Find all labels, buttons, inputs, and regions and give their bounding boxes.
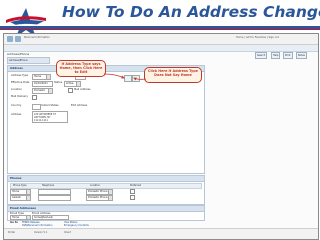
preferred-checkbox-2[interactable] (130, 195, 135, 200)
edit-address-button[interactable] (124, 75, 132, 82)
col-phone-type: Phone Type (13, 184, 27, 187)
app-screenshot: Personal Information Home | Add to Favor… (3, 33, 319, 240)
country-code-field[interactable] (32, 104, 41, 110)
header-links[interactable]: Home | Add to Favorites | Sign out (236, 36, 279, 39)
footer-right: Client (64, 231, 71, 234)
phones-section-bar: Phones (8, 176, 204, 182)
mail-address-checkbox[interactable] (68, 88, 73, 93)
preferred-checkbox-1[interactable] (130, 189, 135, 194)
link-ssn-info[interactable]: SSN/Personal Information (22, 224, 52, 227)
breadcrumb[interactable]: Address/Phone (7, 52, 29, 56)
new-address-button[interactable] (132, 75, 140, 82)
col-telephone: Telephone (42, 184, 55, 187)
tab-address-phone[interactable]: Address/Phone (7, 57, 50, 64)
phone-location-select-2[interactable]: Domestic Phone (86, 195, 113, 201)
notes-button[interactable]: Notes (296, 52, 307, 59)
col-location: Location (90, 184, 101, 187)
status-select[interactable]: Active (64, 81, 81, 87)
go-to-label: Go to (10, 221, 18, 224)
app-header: Personal Information Home | Add to Favor… (4, 34, 318, 45)
status-label: Status (54, 81, 63, 84)
search-button[interactable]: Search (255, 52, 268, 59)
callout-edit-home: If Address Type says Home, then Click He… (56, 60, 106, 77)
mail-delivery-label: Mail Delivery (11, 95, 28, 98)
effective-date-label: Effective Date (11, 81, 30, 84)
title-underline-accent (0, 29, 320, 30)
address-type-select[interactable]: Home (32, 74, 51, 80)
address-section-title: Address (10, 66, 23, 70)
mail-address-label: Mail Address (74, 88, 91, 91)
address-type-label: Address Type (11, 74, 29, 77)
effective-date-field[interactable]: 01/01/2011 (32, 81, 53, 87)
slide-title: How To Do An Address Change (62, 3, 320, 21)
phones-section-title: Phones (10, 176, 22, 180)
phone-type-select-2[interactable]: Cellular (10, 195, 31, 201)
address-label: Address (11, 113, 22, 116)
callout-not-home: Click Here If Address Type Does Not Say … (144, 67, 202, 83)
portal-logo-icon (7, 36, 13, 42)
email-section-title: Email Addresses (10, 206, 36, 210)
address-line-3: 11111-1111 (34, 119, 48, 123)
link-emergency-contacts[interactable]: Emergency Contacts (64, 224, 89, 227)
location-select[interactable]: Domestic (32, 88, 53, 94)
location-label: Location (11, 88, 22, 91)
home-icon[interactable] (15, 36, 21, 42)
col-preferred: Preferred (130, 184, 141, 187)
email-panel: Email Addresses Email Type Email Address… (7, 205, 205, 221)
edit-address-link[interactable]: Edit Address (71, 104, 87, 107)
nav-bar (4, 45, 318, 52)
header-title: Personal Information (24, 36, 50, 39)
country-value: United States (41, 104, 59, 107)
mail-delivery-checkbox[interactable] (32, 95, 37, 100)
help-button[interactable]: Help (271, 52, 281, 59)
toolbar-right: Search Help Print Notes (207, 52, 314, 62)
footer-version: Version 5.1 (34, 231, 48, 234)
telephone-field-2[interactable] (38, 195, 71, 201)
phones-panel: Phones Phone Type Telephone Location Pre… (7, 175, 205, 205)
email-address-field[interactable]: home@test.edu (32, 215, 69, 220)
print-button[interactable]: Print (283, 52, 293, 59)
email-type-select[interactable]: Home (10, 215, 31, 220)
address-lines: 100 ANYWHERE ST ANYTOWN, NY 11111-1111 (32, 111, 68, 123)
status-bar: Portal Version 5.1 Client (4, 228, 318, 239)
country-label: Country (11, 104, 22, 107)
footer-left: Portal (8, 231, 15, 234)
